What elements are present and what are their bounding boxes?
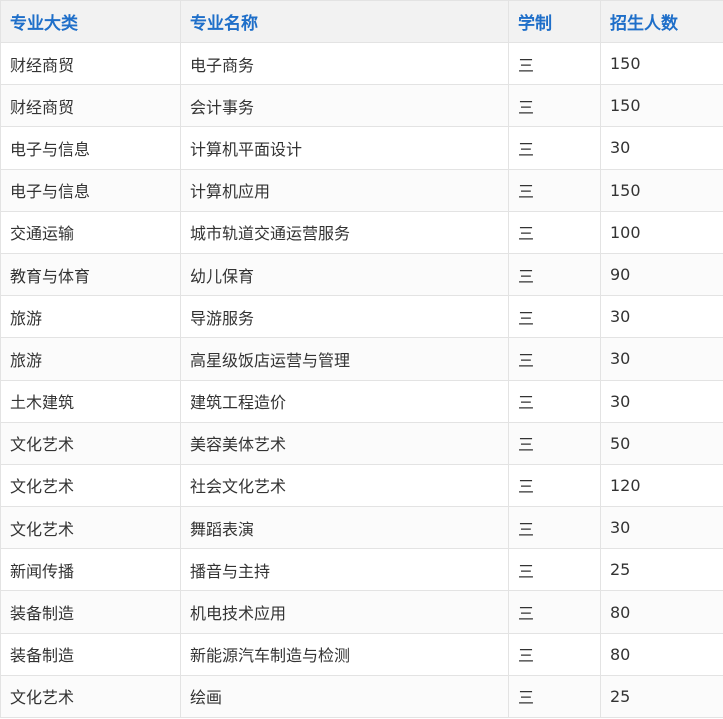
cell-enrollment: 80 [600, 590, 723, 634]
header-row: 专业大类 专业名称 学制 招生人数 [0, 0, 723, 43]
table-row: 旅游 高星级饭店运营与管理三 30 [0, 337, 723, 381]
cell-enrollment: 100 [600, 210, 723, 254]
cell-major-category: 文化艺术 [0, 674, 181, 719]
cell-enrollment: 30 [600, 337, 723, 381]
cell-major-category: 交通运输 [0, 210, 181, 254]
table-header: 专业大类 专业名称 学制 招生人数 [0, 0, 723, 43]
cell-major-category: 文化艺术 [0, 463, 181, 508]
cell-major-category: 装备制造 [0, 632, 181, 676]
cell-duration: 三 [508, 168, 601, 212]
cell-duration: 三 [508, 337, 601, 381]
cell-enrollment: 25 [600, 674, 723, 719]
cell-enrollment: 120 [600, 463, 723, 508]
cell-enrollment: 80 [600, 632, 723, 676]
table-row: 电子与信息 计算机平面设计三 30 [0, 126, 723, 170]
cell-enrollment: 90 [600, 252, 723, 297]
cell-major-name: 社会文化艺术 [180, 463, 509, 508]
table-row: 装备制造 机电技术应用三 80 [0, 590, 723, 634]
cell-enrollment: 50 [600, 421, 723, 465]
table-row: 教育与体育 幼儿保育三 90 [0, 252, 723, 297]
cell-enrollment: 30 [600, 126, 723, 170]
table-row: 文化艺术 美容美体艺术三 50 [0, 421, 723, 465]
cell-major-category: 财经商贸 [0, 84, 181, 128]
cell-duration: 三 [508, 252, 601, 297]
cell-major-name: 高星级饭店运营与管理 [180, 337, 509, 381]
cell-major-name: 新能源汽车制造与检测 [180, 632, 509, 676]
table-row: 土木建筑 建筑工程造价三 30 [0, 379, 723, 423]
table-row: 文化艺术 舞蹈表演三 30 [0, 506, 723, 550]
cell-major-category: 文化艺术 [0, 506, 181, 550]
cell-duration: 三 [508, 548, 601, 592]
header-major-name: 专业名称 [180, 0, 509, 43]
cell-major-category: 文化艺术 [0, 421, 181, 465]
table-row: 交通运输 城市轨道交通运营服务三 100 [0, 210, 723, 254]
cell-enrollment: 150 [600, 41, 723, 86]
cell-duration: 三 [508, 632, 601, 676]
cell-enrollment: 30 [600, 506, 723, 550]
cell-duration: 三 [508, 84, 601, 128]
cell-enrollment: 30 [600, 295, 723, 339]
cell-major-name: 电子商务 [180, 41, 509, 86]
cell-duration: 三 [508, 379, 601, 423]
cell-major-category: 装备制造 [0, 590, 181, 634]
cell-major-name: 城市轨道交通运营服务 [180, 210, 509, 254]
table-row: 文化艺术 绘画三 25 [0, 674, 723, 719]
cell-major-category: 旅游 [0, 295, 181, 339]
cell-major-name: 播音与主持 [180, 548, 509, 592]
cell-duration: 三 [508, 126, 601, 170]
cell-major-category: 财经商贸 [0, 41, 181, 86]
cell-duration: 三 [508, 210, 601, 254]
cell-major-category: 新闻传播 [0, 548, 181, 592]
cell-major-name: 绘画 [180, 674, 509, 719]
table-row: 电子与信息 计算机应用三 150 [0, 168, 723, 212]
cell-duration: 三 [508, 506, 601, 550]
table-row: 旅游 导游服务三 30 [0, 295, 723, 339]
cell-duration: 三 [508, 674, 601, 719]
cell-duration: 三 [508, 590, 601, 634]
table-row: 新闻传播 播音与主持三 25 [0, 548, 723, 592]
cell-enrollment: 150 [600, 168, 723, 212]
table-row: 文化艺术 社会文化艺术三 120 [0, 463, 723, 508]
cell-major-name: 机电技术应用 [180, 590, 509, 634]
cell-major-name: 导游服务 [180, 295, 509, 339]
table-row: 财经商贸 会计事务三 150 [0, 84, 723, 128]
cell-major-name: 舞蹈表演 [180, 506, 509, 550]
cell-major-name: 建筑工程造价 [180, 379, 509, 423]
cell-major-category: 旅游 [0, 337, 181, 381]
cell-duration: 三 [508, 463, 601, 508]
cell-enrollment: 150 [600, 84, 723, 128]
enrollment-table: 专业大类 专业名称 学制 招生人数 财经商贸 电子商务三 150 财经商贸 会计事务三 1… [0, 0, 723, 719]
header-major-category: 专业大类 [0, 0, 181, 43]
cell-major-category: 电子与信息 [0, 126, 181, 170]
table-body: 财经商贸 电子商务三 150 财经商贸 会计事务三 150 电子与信息 计算机平面设计三 30 电… [0, 41, 723, 719]
table-row: 装备制造 新能源汽车制造与检测三 80 [0, 632, 723, 676]
cell-major-category: 电子与信息 [0, 168, 181, 212]
cell-enrollment: 25 [600, 548, 723, 592]
cell-major-name: 计算机应用 [180, 168, 509, 212]
cell-duration: 三 [508, 41, 601, 86]
cell-duration: 三 [508, 295, 601, 339]
table-row: 财经商贸 电子商务三 150 [0, 41, 723, 86]
cell-duration: 三 [508, 421, 601, 465]
header-duration: 学制 [508, 0, 601, 43]
header-enrollment: 招生人数 [600, 0, 723, 43]
cell-major-name: 美容美体艺术 [180, 421, 509, 465]
cell-enrollment: 30 [600, 379, 723, 423]
cell-major-category: 教育与体育 [0, 252, 181, 297]
cell-major-name: 幼儿保育 [180, 252, 509, 297]
cell-major-category: 土木建筑 [0, 379, 181, 423]
cell-major-name: 会计事务 [180, 84, 509, 128]
cell-major-name: 计算机平面设计 [180, 126, 509, 170]
